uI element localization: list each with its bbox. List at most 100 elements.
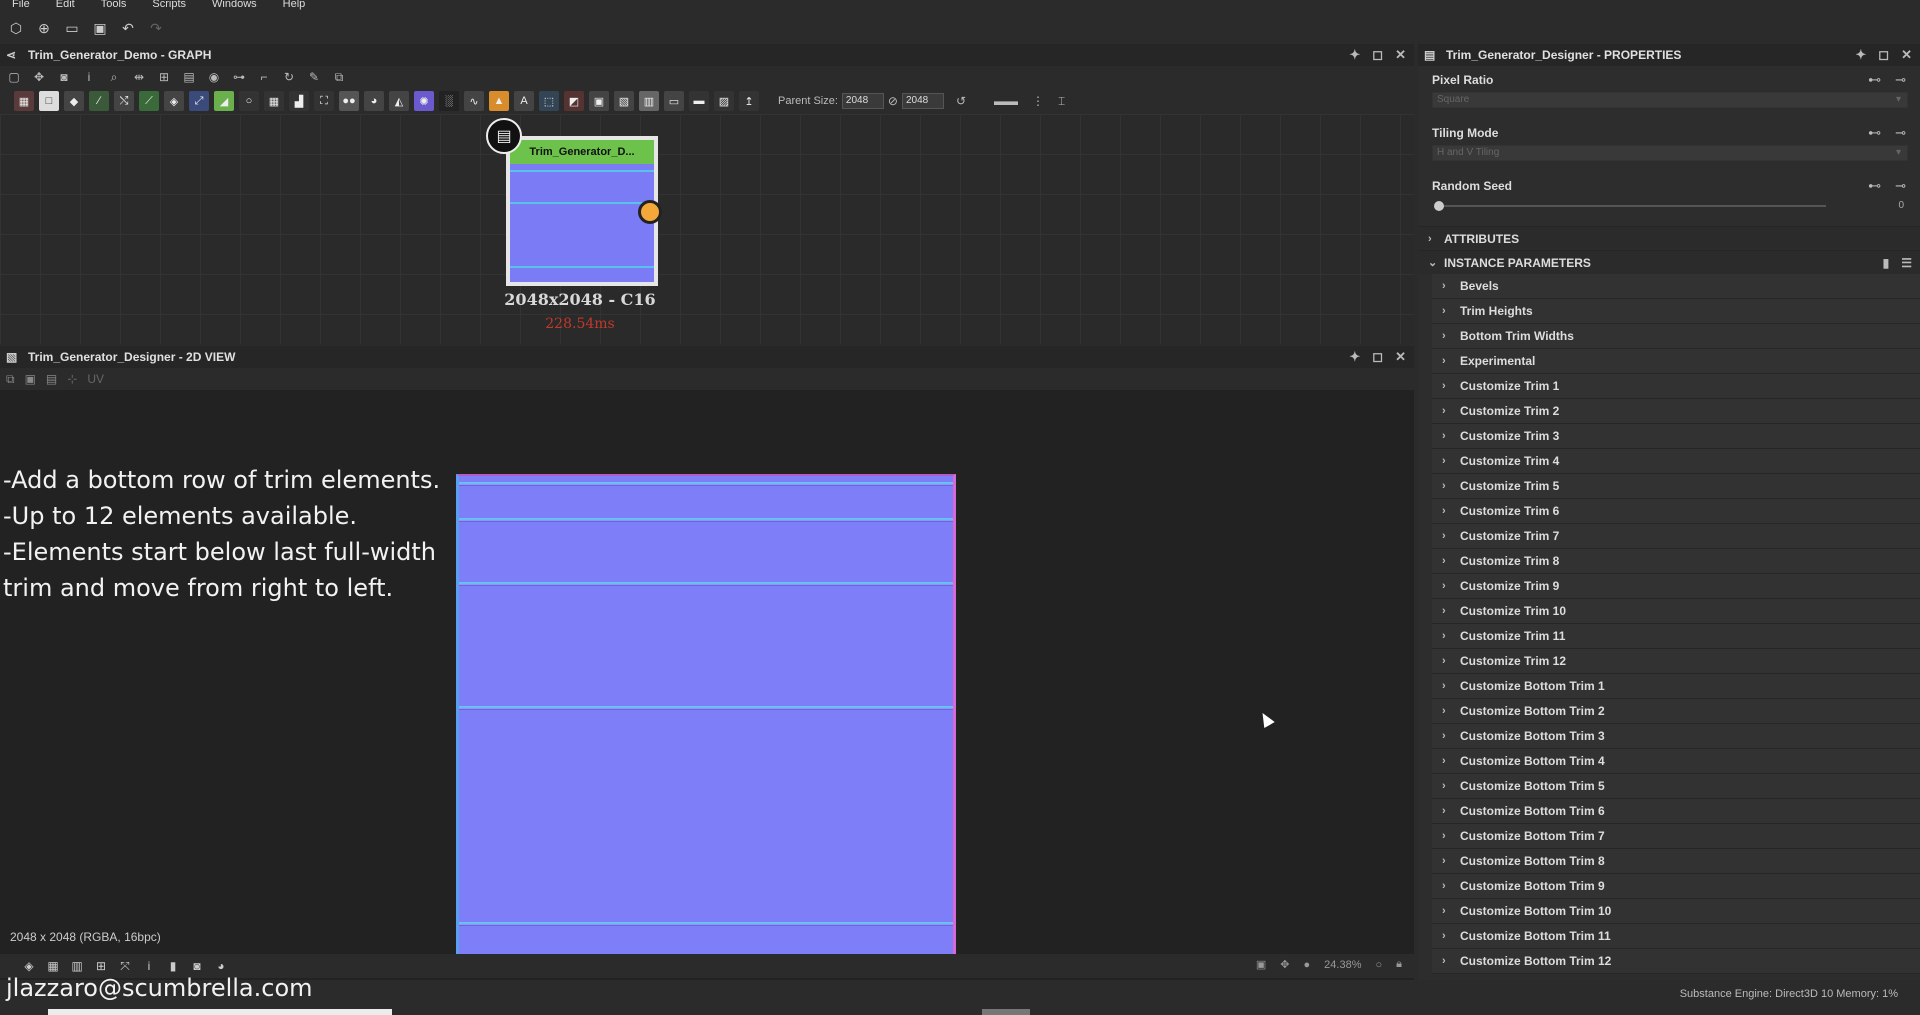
parameter-group-item[interactable]: › Customize Trim 5 xyxy=(1432,474,1920,499)
dependency-icon[interactable]: ▬▬ xyxy=(994,94,1018,108)
paint-icon[interactable]: ◩ xyxy=(564,91,584,111)
uv-tools-icon[interactable]: ⤧ xyxy=(118,959,132,973)
preset-icon[interactable]: ▮ xyxy=(1883,256,1890,270)
color-wheel-icon[interactable]: ✺ xyxy=(414,91,434,111)
copy-icon[interactable]: ⧉ xyxy=(6,372,15,387)
checker-icon[interactable]: ▦ xyxy=(46,959,60,973)
pin-icon[interactable]: ✦ xyxy=(1349,349,1360,365)
attributes-category[interactable]: › ATTRIBUTES xyxy=(1418,226,1920,250)
graph-canvas[interactable] xyxy=(0,114,1414,344)
grid-icon[interactable]: ▤ xyxy=(181,69,197,85)
menu-windows[interactable]: Windows xyxy=(212,0,257,12)
color-picker-icon[interactable]: ◙ xyxy=(190,959,204,973)
screenshot-icon[interactable]: ◙ xyxy=(56,69,72,85)
parameter-group-item[interactable]: › Trim Heights xyxy=(1432,299,1920,324)
pixel-ratio-select[interactable]: Square xyxy=(1432,92,1908,108)
histogram-icon[interactable]: ▮ xyxy=(166,959,180,973)
new-package-icon[interactable]: ⬡ xyxy=(6,18,26,38)
parameter-group-item[interactable]: › Bevels xyxy=(1432,274,1920,299)
parameter-group-item[interactable]: › Experimental xyxy=(1432,349,1920,374)
reset-icon[interactable]: ⊸ xyxy=(1895,125,1906,141)
zoom-out-icon[interactable]: ● xyxy=(1304,959,1311,971)
menu-tools[interactable]: Tools xyxy=(101,0,127,12)
parameter-group-item[interactable]: › Customize Bottom Trim 1 xyxy=(1432,674,1920,699)
curve-icon[interactable]: ∕ xyxy=(89,91,109,111)
save-icon[interactable]: ▣ xyxy=(25,372,36,386)
parameter-group-item[interactable]: › Customize Trim 4 xyxy=(1432,449,1920,474)
preset-menu-icon[interactable]: ☰ xyxy=(1901,256,1912,270)
wave-icon[interactable]: ∿ xyxy=(464,91,484,111)
text-icon[interactable]: A xyxy=(514,91,534,111)
layers-icon[interactable]: ◈ xyxy=(22,959,36,973)
frame3-icon[interactable]: ▥ xyxy=(639,91,659,111)
parameter-group-item[interactable]: › Customize Trim 2 xyxy=(1432,399,1920,424)
pin-node-icon[interactable]: ↥ xyxy=(739,91,759,111)
export-icon[interactable]: ⧉ xyxy=(331,69,347,85)
sphere-icon[interactable]: ◕ xyxy=(364,91,384,111)
random-seed-slider[interactable]: 0 xyxy=(1432,200,1908,212)
frame4-icon[interactable]: ▭ xyxy=(664,91,684,111)
parameter-group-item[interactable]: › Customize Trim 10 xyxy=(1432,599,1920,624)
tile-icon[interactable]: ⊞ xyxy=(94,959,108,973)
fit-icon[interactable]: ▣ xyxy=(1256,958,1266,971)
zoom-level[interactable]: 24.38% xyxy=(1324,959,1361,971)
parameter-group-item[interactable]: › Customize Bottom Trim 2 xyxy=(1432,699,1920,724)
slider-knob[interactable] xyxy=(1434,201,1444,211)
fx-map-icon[interactable]: ▟ xyxy=(289,91,309,111)
menu-scripts[interactable]: Scripts xyxy=(152,0,186,12)
frame-all-icon[interactable]: ▢ xyxy=(6,69,22,85)
graph-settings-icon[interactable]: ⌶ xyxy=(1058,94,1065,109)
graph-node[interactable]: Trim_Generator_D... xyxy=(506,136,658,286)
parameter-group-item[interactable]: › Customize Bottom Trim 7 xyxy=(1432,824,1920,849)
random-seed-value[interactable]: 0 xyxy=(1898,200,1904,211)
close-icon[interactable]: ✕ xyxy=(1395,47,1406,63)
menu-edit[interactable]: Edit xyxy=(56,0,75,12)
horizontal-scrollbar[interactable] xyxy=(48,1009,392,1015)
blend-icon[interactable]: ◈ xyxy=(164,91,184,111)
align-icon[interactable]: ⇹ xyxy=(131,69,147,85)
node-output-port[interactable] xyxy=(638,200,662,224)
pin-icon[interactable]: ✦ xyxy=(1855,47,1866,63)
color-wheel-icon[interactable]: ◕ xyxy=(214,959,228,973)
parent-size-height-select[interactable]: 2048 xyxy=(901,93,944,109)
parameter-group-item[interactable]: › Customize Bottom Trim 11 xyxy=(1432,924,1920,949)
levels-icon[interactable]: ⟋ xyxy=(139,91,159,111)
python-icon[interactable]: ◉ xyxy=(206,69,222,85)
frame-selected-icon[interactable]: ✥ xyxy=(31,69,47,85)
expose-icon[interactable]: ⊷ xyxy=(1868,178,1881,194)
tile-icon[interactable]: ▦ xyxy=(264,91,284,111)
uv-select[interactable]: UV xyxy=(87,372,104,386)
noise-icon[interactable]: ░ xyxy=(439,91,459,111)
gradient-icon[interactable]: ◢ xyxy=(214,91,234,111)
close-icon[interactable]: ✕ xyxy=(1395,349,1406,365)
channels-icon[interactable]: ▥ xyxy=(70,959,84,973)
reset-icon[interactable]: ⊸ xyxy=(1895,178,1906,194)
connect-icon[interactable]: ⌐ xyxy=(256,69,272,85)
parameter-group-item[interactable]: › Customize Trim 7 xyxy=(1432,524,1920,549)
parameter-group-item[interactable]: › Customize Bottom Trim 9 xyxy=(1432,874,1920,899)
document-icon[interactable]: ▤ xyxy=(486,118,522,154)
drop-icon[interactable]: ◆ xyxy=(64,91,84,111)
parameter-group-item[interactable]: › Customize Bottom Trim 5 xyxy=(1432,774,1920,799)
bitmap-node-icon[interactable]: ▦ xyxy=(14,91,34,111)
parameter-group-item[interactable]: › Customize Bottom Trim 12 xyxy=(1432,949,1920,974)
parameter-group-item[interactable]: › Customize Trim 9 xyxy=(1432,574,1920,599)
parameter-group-item[interactable]: › Customize Trim 1 xyxy=(1432,374,1920,399)
reset-icon[interactable]: ⊸ xyxy=(1895,72,1906,88)
refresh-icon[interactable]: ↻ xyxy=(281,69,297,85)
parameter-group-item[interactable]: › Customize Trim 12 xyxy=(1432,649,1920,674)
search-icon[interactable]: ⌕ xyxy=(106,69,122,85)
parameter-group-item[interactable]: › Customize Trim 11 xyxy=(1432,624,1920,649)
link-ratio-icon[interactable]: ⊘ xyxy=(888,94,898,108)
redo-icon[interactable]: ↷ xyxy=(146,18,166,38)
zoom-in-icon[interactable]: ○ xyxy=(1375,959,1382,971)
parameter-group-item[interactable]: › Bottom Trim Widths xyxy=(1432,324,1920,349)
undo-icon[interactable]: ↶ xyxy=(118,18,138,38)
link-icon[interactable]: ⊶ xyxy=(231,69,247,85)
layout-icon[interactable]: ⊞ xyxy=(156,69,172,85)
parameter-group-item[interactable]: › Customize Bottom Trim 6 xyxy=(1432,799,1920,824)
parent-size-width-select[interactable]: 2048 xyxy=(841,93,884,109)
new-graph-icon[interactable]: ⊕ xyxy=(34,18,54,38)
maximize-icon[interactable]: ◻ xyxy=(1372,349,1383,365)
parameter-group-item[interactable]: › Customize Trim 3 xyxy=(1432,424,1920,449)
